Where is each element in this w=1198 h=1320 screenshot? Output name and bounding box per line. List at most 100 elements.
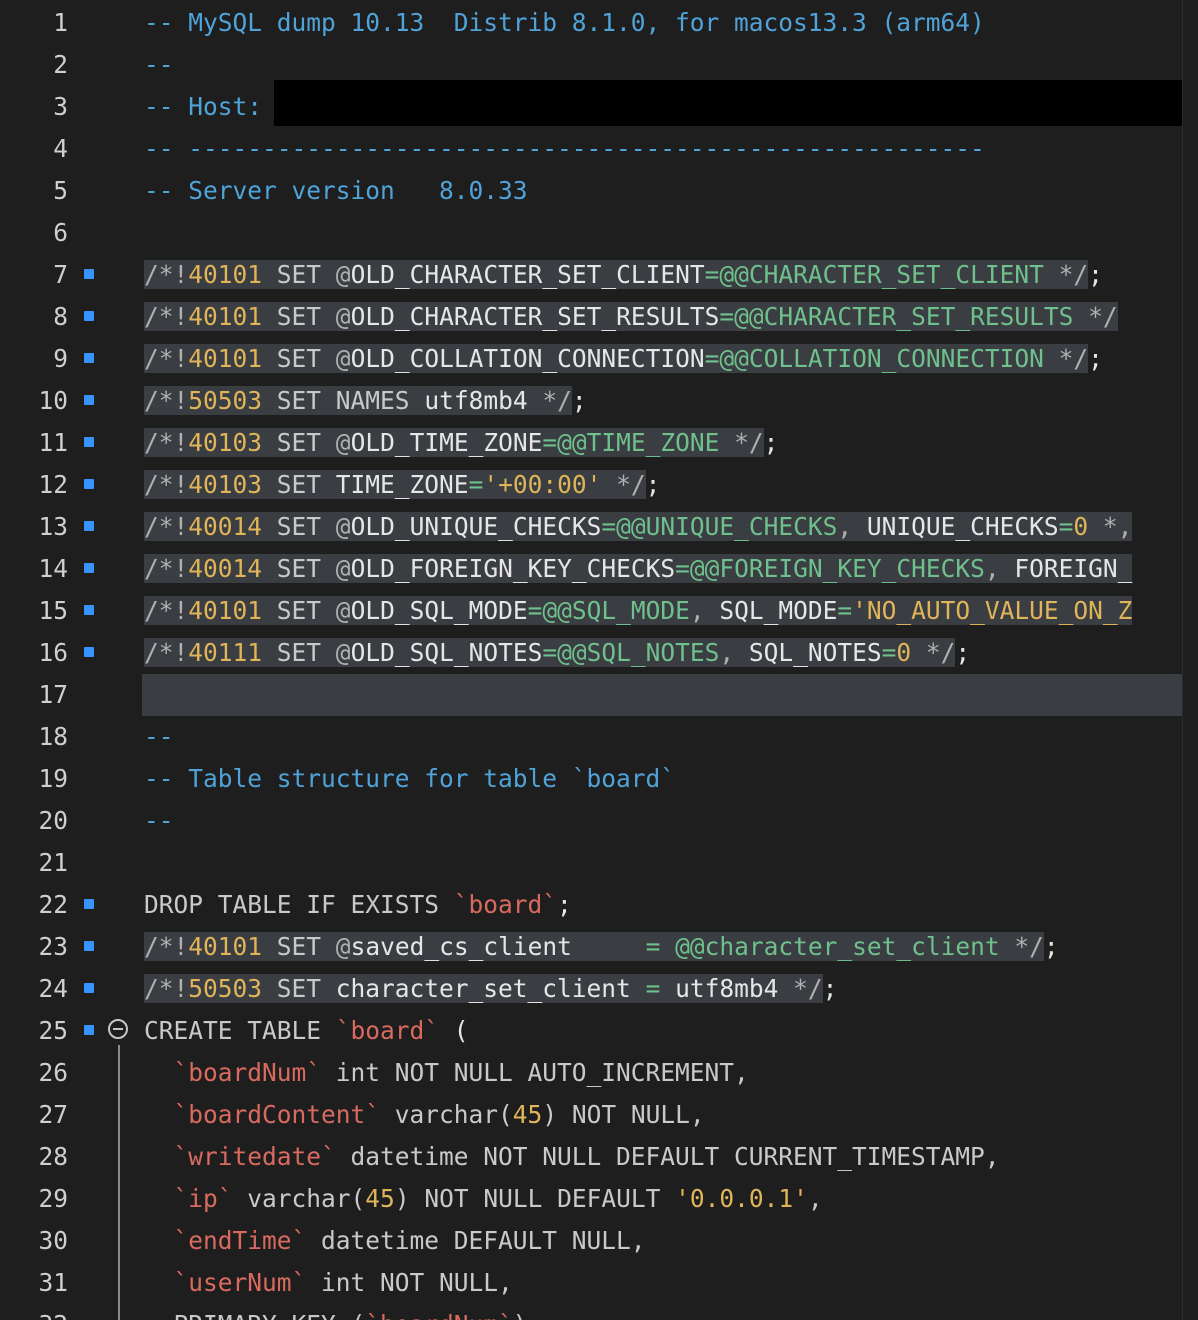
code-line[interactable]: 1 -- MySQL dump 10.13 Distrib 8.1.0, for … — [0, 2, 1198, 44]
code-line[interactable]: 23 /*!40101 SET @saved_cs_client = @@char… — [0, 926, 1198, 968]
change-marker-icon — [84, 941, 94, 951]
code-line[interactable]: 19 -- Table structure for table `board` — [0, 758, 1198, 800]
code-token: */ — [911, 638, 956, 667]
code-line[interactable]: 21 — [0, 842, 1198, 884]
code-text: `boardContent` varchar(45) NOT NULL, — [144, 1094, 705, 1136]
code-line[interactable]: 25 CREATE TABLE `board` ( — [0, 1010, 1198, 1052]
change-marker-icon — [84, 269, 94, 279]
line-number: 11 — [38, 428, 68, 457]
code-token: int NOT NULL, — [306, 1268, 513, 1297]
code-token: SET — [262, 554, 336, 583]
code-token: = @@character_set_client — [645, 932, 1000, 961]
code-line[interactable]: 13 /*!40014 SET @OLD_UNIQUE_CHECKS=@@UNIQ… — [0, 506, 1198, 548]
code-token: ; — [645, 470, 661, 499]
code-token: `writedate` — [173, 1142, 336, 1171]
code-line[interactable]: 5 -- Server version 8.0.33 — [0, 170, 1198, 212]
code-token: `board` — [453, 890, 558, 919]
line-number: 2 — [53, 50, 68, 79]
code-line[interactable]: 7 /*!40101 SET @OLD_CHARACTER_SET_CLIENT=… — [0, 254, 1198, 296]
code-token: -- Table structure for table `board` — [144, 764, 676, 793]
code-token: 45 — [512, 1100, 543, 1129]
code-token: SET — [262, 638, 336, 667]
code-line[interactable]: 20 -- — [0, 800, 1198, 842]
code-token: `boardNum` — [173, 1058, 322, 1087]
code-token: = — [468, 470, 484, 499]
line-number: 19 — [38, 764, 68, 793]
code-line[interactable]: 27 `boardContent` varchar(45) NOT NULL, — [0, 1094, 1198, 1136]
code-token: = — [881, 638, 897, 667]
code-text: PRIMARY KEY (`boardNum`) — [144, 1304, 528, 1320]
code-token: =@@FOREIGN_KEY_CHECKS — [675, 554, 985, 583]
code-token: utf8mb4 — [675, 974, 779, 1003]
code-token: /*! — [144, 512, 189, 541]
code-line[interactable]: 24 /*!50503 SET character_set_client = ut… — [0, 968, 1198, 1010]
code-line[interactable]: 6 — [0, 212, 1198, 254]
change-marker-icon — [84, 521, 94, 531]
code-token: /*! — [144, 386, 189, 415]
line-number: 27 — [38, 1100, 68, 1129]
code-line[interactable]: 30 `endTime` datetime DEFAULT NULL, — [0, 1220, 1198, 1262]
code-token: */ — [778, 974, 823, 1003]
code-token: /*! — [144, 638, 189, 667]
code-token: SET — [262, 470, 336, 499]
code-line[interactable]: 11 /*!40103 SET @OLD_TIME_ZONE=@@TIME_ZON… — [0, 422, 1198, 464]
code-line[interactable]: 9 /*!40101 SET @OLD_COLLATION_CONNECTION=… — [0, 338, 1198, 380]
line-number: 4 — [53, 134, 68, 163]
code-line[interactable]: 14 /*!40014 SET @OLD_FOREIGN_KEY_CHECKS=@… — [0, 548, 1198, 590]
line-number: 14 — [38, 554, 68, 583]
code-token: character_set_client — [335, 974, 646, 1003]
code-line[interactable]: 26 `boardNum` int NOT NULL AUTO_INCREMEN… — [0, 1052, 1198, 1094]
code-text: -- Server version 8.0.33 — [144, 170, 528, 212]
code-token: datetime NOT NULL DEFAULT CURRENT_TIMEST… — [335, 1142, 1000, 1171]
fold-collapse-icon[interactable] — [108, 1019, 128, 1039]
code-line[interactable]: 4 -- ------------------------------------… — [0, 128, 1198, 170]
code-token: '+00:00' — [483, 470, 602, 499]
change-marker-icon — [84, 563, 94, 573]
code-token: SET — [262, 974, 336, 1003]
code-token: */ — [527, 386, 572, 415]
code-token: =@@CHARACTER_SET_RESULTS — [719, 302, 1074, 331]
code-text: `writedate` datetime NOT NULL DEFAULT CU… — [144, 1136, 1000, 1178]
code-line[interactable]: 10 /*!50503 SET NAMES utf8mb4 */; — [0, 380, 1198, 422]
code-line[interactable]: 8 /*!40101 SET @OLD_CHARACTER_SET_RESULTS… — [0, 296, 1198, 338]
code-token: */ — [719, 428, 764, 457]
code-line[interactable]: 16 /*!40111 SET @OLD_SQL_NOTES=@@SQL_NOTE… — [0, 632, 1198, 674]
code-line[interactable]: 31 `userNum` int NOT NULL, — [0, 1262, 1198, 1304]
code-token: ) — [513, 1310, 528, 1320]
code-token: OLD_COLLATION_CONNECTION — [350, 344, 705, 373]
code-line[interactable]: 28 `writedate` datetime NOT NULL DEFAULT… — [0, 1136, 1198, 1178]
code-token: /*! — [144, 470, 189, 499]
code-token: = — [645, 974, 676, 1003]
code-line[interactable]: 15 /*!40101 SET @OLD_SQL_MODE=@@SQL_MODE,… — [0, 590, 1198, 632]
code-token: *, — [1088, 512, 1133, 541]
code-token: -- — [144, 806, 174, 835]
code-token: SET — [262, 428, 336, 457]
code-token: @ — [335, 260, 351, 289]
code-line[interactable]: 17 — [0, 674, 1198, 716]
code-token: PRIMARY KEY ( — [144, 1310, 366, 1320]
code-token: = — [1058, 512, 1074, 541]
code-editor[interactable]: 1 -- MySQL dump 10.13 Distrib 8.1.0, for … — [0, 0, 1198, 1320]
code-text: /*!40101 SET @OLD_CHARACTER_SET_RESULTS=… — [144, 296, 1118, 338]
code-text: /*!40101 SET @OLD_SQL_MODE=@@SQL_MODE, S… — [144, 590, 1133, 632]
code-token: `boardNum` — [365, 1310, 513, 1320]
code-line[interactable]: 32 PRIMARY KEY (`boardNum`) — [0, 1304, 1198, 1320]
code-token: @ — [335, 344, 351, 373]
code-token: */ — [1043, 260, 1089, 289]
code-token: @ — [335, 428, 351, 457]
code-token: `userNum` — [173, 1268, 307, 1297]
code-token: 40111 — [188, 638, 263, 667]
code-line[interactable]: 18 -- — [0, 716, 1198, 758]
code-text: /*!40101 SET @OLD_COLLATION_CONNECTION=@… — [144, 338, 1103, 380]
code-line[interactable]: 22 DROP TABLE IF EXISTS `board`; — [0, 884, 1198, 926]
code-token: 40101 — [188, 260, 263, 289]
code-token: , — [837, 512, 867, 541]
code-token: 40014 — [188, 554, 263, 583]
code-line[interactable]: 29 `ip` varchar(45) NOT NULL DEFAULT '0.… — [0, 1178, 1198, 1220]
code-token: CREATE TABLE — [144, 1016, 336, 1045]
code-line[interactable]: 12 /*!40103 SET TIME_ZONE='+00:00' */; — [0, 464, 1198, 506]
code-token: =@@COLLATION_CONNECTION — [704, 344, 1044, 373]
line-number: 29 — [38, 1184, 68, 1213]
